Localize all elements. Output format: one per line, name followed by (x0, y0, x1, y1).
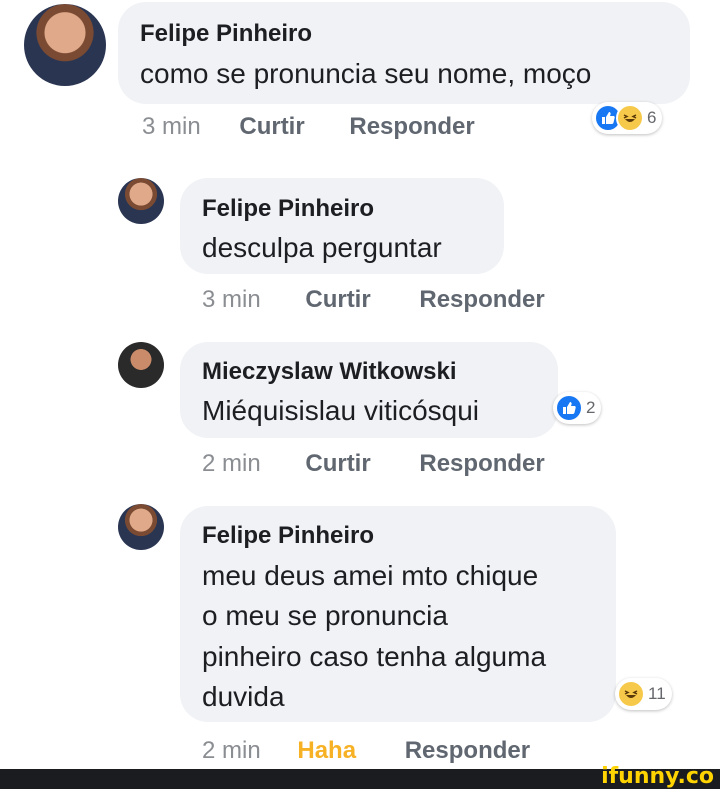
like-button[interactable]: Curtir (305, 286, 370, 313)
comment-time: 3 min (202, 286, 261, 313)
avatar[interactable] (24, 4, 106, 86)
reply-button[interactable]: Responder (419, 450, 544, 477)
comment-author[interactable]: Felipe Pinheiro (202, 195, 374, 223)
comment-actions: 2 min Haha Responder (202, 737, 530, 765)
like-button[interactable]: Curtir (305, 450, 370, 477)
comment-time: 2 min (202, 450, 261, 477)
avatar[interactable] (118, 504, 164, 550)
comment-author[interactable]: Mieczyslaw Witkowski (202, 358, 457, 386)
reaction-summary[interactable]: 11 (615, 678, 672, 710)
like-button[interactable]: Curtir (239, 113, 304, 140)
thumbs-up-icon (555, 394, 583, 422)
comment-text: desculpa perguntar (202, 232, 442, 263)
comment-actions: 2 min Curtir Responder (202, 450, 545, 478)
comment-text: Miéquisislau viticósqui (202, 395, 480, 426)
avatar[interactable] (118, 342, 164, 388)
comment-text-line-4: duvida (202, 681, 285, 712)
reaction-count: 6 (647, 108, 657, 127)
reaction-count: 2 (586, 398, 596, 417)
comment-text-line-3: pinheiro caso tenha alguma (202, 641, 547, 672)
comment-text: como se pronuncia seu nome, moço (140, 58, 592, 89)
comment-time: 3 min (142, 113, 201, 140)
reaction-summary[interactable]: 6 (592, 102, 663, 134)
comment-text-line-1: meu deus amei mto chique (202, 560, 539, 591)
reply-button[interactable]: Responder (405, 737, 530, 764)
comment-author[interactable]: Felipe Pinheiro (202, 522, 374, 550)
reaction-count: 11 (648, 684, 666, 703)
avatar[interactable] (118, 178, 164, 224)
watermark-logo: ifunny.co (601, 764, 714, 789)
haha-icon (616, 104, 644, 132)
comment-actions: 3 min Curtir Responder (202, 286, 545, 314)
reaction-summary[interactable]: 2 (553, 392, 602, 424)
comment-author[interactable]: Felipe Pinheiro (140, 20, 312, 48)
haha-button[interactable]: Haha (297, 737, 356, 764)
reply-button[interactable]: Responder (349, 113, 474, 140)
haha-icon (617, 680, 645, 708)
comment-time: 2 min (202, 737, 261, 764)
comment-actions: 3 min Curtir Responder (142, 113, 475, 141)
comment-text-line-2: o meu se pronuncia (202, 600, 448, 631)
reply-button[interactable]: Responder (419, 286, 544, 313)
